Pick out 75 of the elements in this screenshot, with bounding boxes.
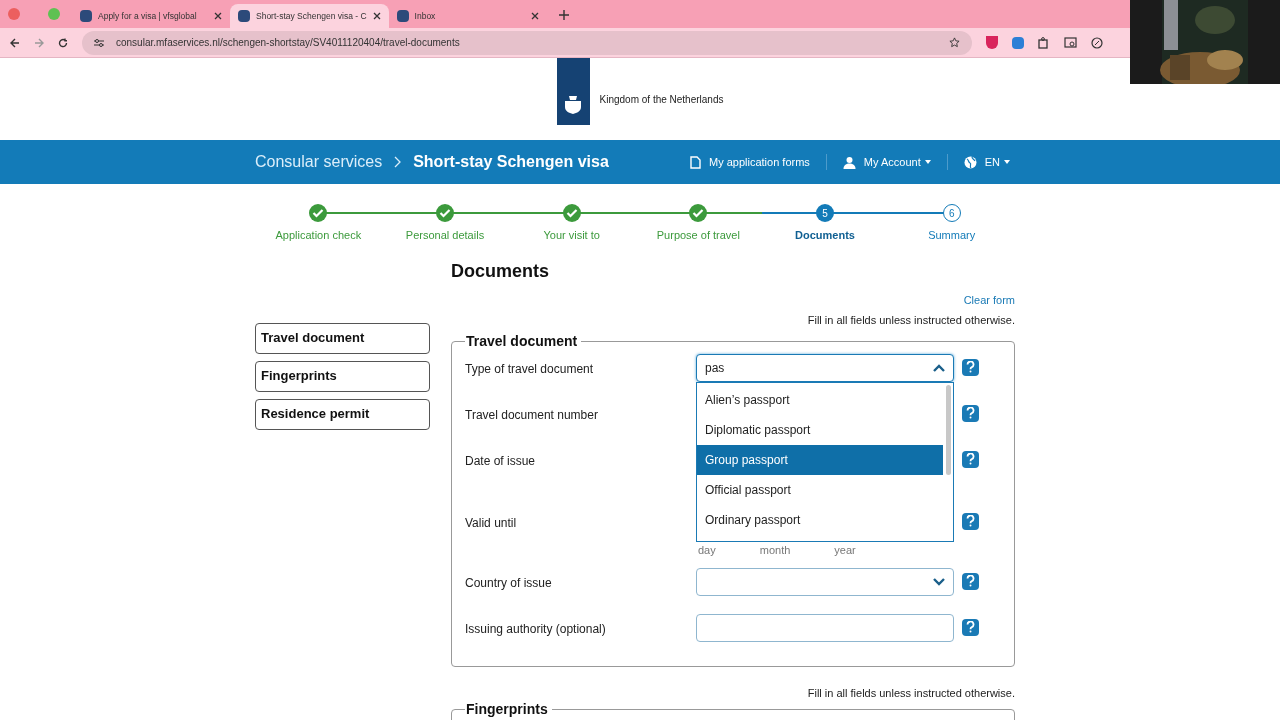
date-part-label: day — [698, 544, 716, 556]
reload-icon[interactable] — [58, 37, 68, 48]
help-icon[interactable] — [962, 572, 979, 590]
caret-icon — [1004, 160, 1010, 164]
star-icon[interactable] — [949, 37, 960, 48]
close-icon[interactable] — [214, 12, 222, 20]
address-bar[interactable]: consular.mfaservices.nl/schengen-shortstay/SV4011120404/travel-documents — [82, 30, 972, 55]
search-tab-icon[interactable] — [1064, 36, 1077, 49]
nav-link[interactable]: My Account — [863, 153, 921, 171]
section-title: Fingerprints — [465, 701, 549, 717]
section-title: Travel document — [465, 331, 579, 351]
instruction-text: Fill in all fields unless instructed otherwise. — [807, 685, 1015, 701]
browser-tab[interactable]: Inbox — [388, 4, 547, 28]
instruction-text: Fill in all fields unless instructed otherwise. — [807, 313, 1015, 328]
field-label: Issuing authority (optional) — [465, 620, 607, 638]
step-label[interactable]: Summary — [928, 227, 976, 244]
help-icon[interactable] — [962, 512, 979, 530]
help-icon[interactable] — [962, 404, 979, 422]
caret-icon — [924, 160, 931, 164]
step-label[interactable]: Purpose of travel — [656, 227, 740, 244]
chevron-right-icon — [394, 156, 402, 168]
document-type-field[interactable]: pas — [696, 353, 954, 382]
step-label[interactable]: Application check — [275, 227, 362, 244]
step-label[interactable]: Your visit to — [543, 227, 600, 244]
globe-icon — [963, 155, 977, 169]
new-tab-icon[interactable] — [558, 10, 569, 20]
scrollbar[interactable] — [945, 384, 951, 475]
step-number: 6 — [942, 204, 961, 222]
authority-field[interactable] — [696, 613, 954, 642]
close-icon[interactable] — [372, 12, 381, 20]
section-link[interactable]: Fingerprints — [255, 360, 430, 392]
step-number: 5 — [816, 204, 834, 222]
tab-title: Short-stay Schengen visa - C — [256, 9, 367, 23]
dropdown-option[interactable]: Ordinary passport — [697, 504, 943, 535]
browser-tab[interactable]: Short-stay Schengen visa - C — [230, 4, 389, 28]
page-title: Documents — [451, 259, 550, 283]
chevron-down-icon — [933, 577, 945, 586]
field-label: Type of travel document — [465, 360, 595, 378]
help-icon[interactable] — [962, 358, 979, 376]
field-label: Travel document number — [465, 406, 599, 424]
clear-form-link[interactable]: Clear form — [963, 291, 1015, 308]
close-icon[interactable] — [530, 12, 539, 20]
nav-link[interactable]: EN — [984, 153, 1000, 171]
step-label[interactable]: Personal details — [405, 227, 485, 244]
url-text: consular.mfaservices.nl/schengen-shortstay/SV4011120404/travel-documents — [116, 36, 461, 50]
site-settings-icon — [94, 37, 104, 48]
tab-title: Apply for a visa | vfsglobal — [98, 9, 197, 23]
dropdown-option[interactable]: Alien’s passport — [697, 384, 943, 415]
dropdown-option[interactable]: Group passport — [697, 444, 943, 475]
breadcrumb-link[interactable]: Consular services — [255, 150, 383, 174]
step-label[interactable]: Documents — [795, 227, 855, 244]
breadcrumb-current: Short-stay Schengen visa — [413, 152, 609, 172]
nav-link[interactable]: My application forms — [709, 153, 810, 171]
field-label: Valid until — [465, 514, 518, 532]
section-link[interactable]: Residence permit — [255, 398, 430, 430]
tab-title: Inbox — [414, 9, 436, 23]
help-icon[interactable] — [962, 618, 979, 636]
site-icon — [396, 10, 409, 22]
date-part-label: year — [834, 544, 856, 556]
site-icon — [238, 10, 250, 22]
date-part-label: month — [759, 544, 791, 556]
help-icon[interactable] — [962, 450, 979, 468]
person-icon — [842, 155, 856, 169]
field-label: Country of issue — [465, 574, 553, 592]
browser-tab[interactable]: Apply for a visa | vfsglobal — [72, 4, 230, 28]
dropdown-option[interactable]: Official passport — [697, 474, 943, 505]
site-icon — [80, 10, 92, 22]
back-icon[interactable] — [10, 37, 20, 48]
document-icon — [690, 155, 701, 169]
dropdown-option[interactable]: Diplomatic passport — [697, 414, 943, 445]
chevron-up-icon — [933, 363, 945, 372]
section-link[interactable]: Travel document — [255, 322, 430, 354]
field-label: Date of issue — [465, 452, 537, 470]
logo-text: Kingdom of the Netherlands — [599, 93, 724, 107]
shield-icon[interactable] — [986, 36, 998, 49]
